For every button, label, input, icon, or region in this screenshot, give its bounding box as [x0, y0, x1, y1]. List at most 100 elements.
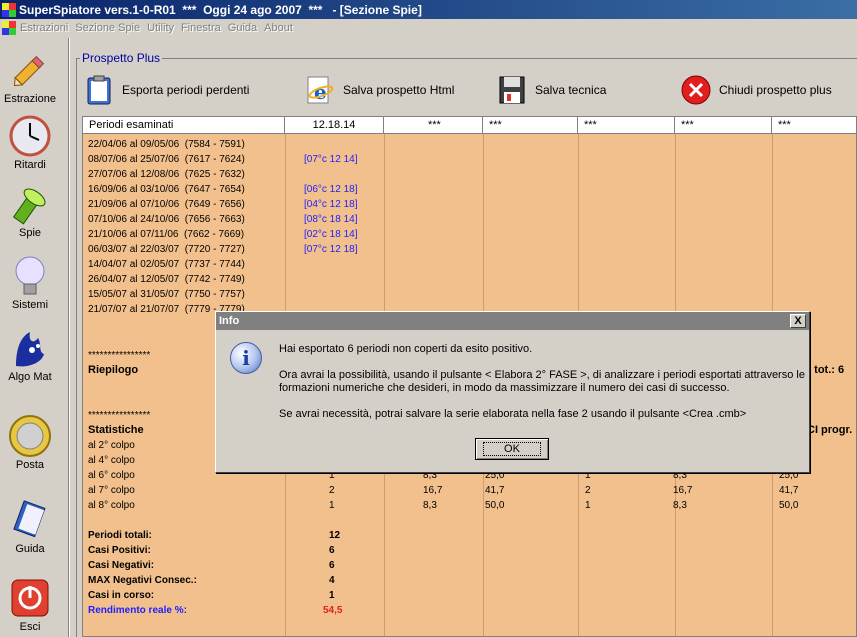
close-red-icon — [681, 75, 711, 105]
total-value: 6 — [329, 545, 335, 556]
book-icon — [8, 498, 52, 542]
rendimento-value: 54,5 — [323, 605, 343, 616]
riepilogo-label: Riepilogo — [88, 364, 139, 376]
period-row[interactable]: 14/04/07 al 02/05/07 (7737 - 7744) — [88, 257, 245, 272]
menu-utility[interactable]: Utility — [147, 22, 181, 34]
sidebar-spie-button[interactable]: Spie — [0, 178, 60, 244]
period-row[interactable]: 22/04/06 al 09/05/06 (7584 - 7591) — [88, 137, 245, 152]
colpo-value: 41,7 — [779, 485, 799, 496]
clipboard-icon — [84, 75, 114, 105]
sidebar-ritardi-button[interactable]: Ritardi — [0, 110, 60, 176]
colpo-label: al 8° colpo — [88, 500, 135, 511]
header-col7[interactable]: *** — [772, 117, 856, 134]
export-losing-periods-button[interactable]: Esporta periodi perdenti — [84, 74, 249, 106]
colpo-value: 16,7 — [673, 485, 693, 496]
colpo-label: al 6° colpo — [88, 470, 135, 481]
colpo-label: al 2° colpo — [88, 440, 135, 451]
grid-header: Periodi esaminati 12.18.14 *** *** *** *… — [83, 117, 856, 134]
riepilogo-total: e tot.: 6 — [805, 364, 845, 376]
period-row[interactable]: 08/07/06 al 25/07/06 (7617 - 7624) — [88, 152, 245, 167]
total-label: Casi Positivi: — [88, 545, 151, 556]
sidebar-splitter[interactable] — [68, 38, 70, 637]
sidebar-esci-button[interactable]: Esci — [0, 572, 60, 637]
toolbar-label: Chiudi prospetto plus — [719, 83, 832, 97]
statistiche-progr: CI progr. — [807, 424, 853, 436]
power-icon — [8, 576, 52, 620]
colpo-label: al 7° colpo — [88, 485, 135, 496]
menu-sezione-spie[interactable]: Sezione Spie — [75, 22, 147, 34]
period-row[interactable]: 21/10/06 al 07/11/06 (7662 - 7669) — [88, 227, 244, 242]
app-icon — [2, 2, 16, 17]
period-row[interactable]: 16/09/06 al 03/10/06 (7647 - 7654) — [88, 182, 245, 197]
colpo-value: 50,0 — [779, 500, 799, 511]
sidebar-label: Estrazione — [4, 93, 56, 105]
period-row[interactable]: 07/10/06 al 24/10/06 (7656 - 7663) — [88, 212, 245, 227]
sidebar-label: Guida — [15, 543, 45, 555]
period-row[interactable]: 26/04/07 al 12/05/07 (7742 - 7749) — [88, 272, 245, 287]
menu-estrazioni[interactable]: Estrazioni — [20, 22, 75, 34]
stars-separator: **************** — [88, 350, 151, 361]
sidebar-label: Ritardi — [14, 159, 46, 171]
sidebar-sistemi-button[interactable]: Sistemi — [0, 250, 60, 316]
sidebar-label: Posta — [15, 459, 45, 471]
left-toolbar: Estrazione Ritardi Spie Sistemi Algo Mat… — [0, 38, 68, 637]
dialog-close-button[interactable]: X — [790, 314, 806, 328]
ok-button[interactable]: OK — [475, 438, 549, 460]
sidebar-guida-button[interactable]: Guida — [0, 494, 60, 560]
menu-about[interactable]: About — [264, 22, 300, 34]
sidebar-label: Sistemi — [11, 299, 49, 311]
colpo-value: 16,7 — [423, 485, 443, 496]
period-row[interactable]: 15/05/07 al 31/05/07 (7750 - 7757) — [88, 287, 245, 302]
toolbar-label: Salva tecnica — [535, 83, 607, 97]
header-col3[interactable]: *** — [384, 117, 483, 134]
menu-guida[interactable]: Guida — [228, 22, 264, 34]
sidebar-estrazione-button[interactable]: Estrazione — [0, 44, 60, 110]
dialog-titlebar: Info X — [216, 312, 809, 330]
period-hit: [08°c 18 14] — [304, 214, 358, 225]
dialog-message-4: Se avrai necessità, potrai salvare la se… — [279, 408, 747, 420]
menu-finestra[interactable]: Finestra — [181, 22, 228, 34]
period-row[interactable]: 06/03/07 al 22/03/07 (7720 - 7727) — [88, 242, 245, 257]
colpo-label: al 4° colpo — [88, 455, 135, 466]
mdi-child-icon[interactable] — [2, 21, 16, 35]
period-hit: [07°c 12 18] — [304, 244, 358, 255]
window-title: SuperSpiatore vers.1-0-R01 *** Oggi 24 a… — [19, 2, 422, 17]
sidebar-label: Algo Mat — [8, 371, 52, 383]
save-html-button[interactable]: e Salva prospetto Html — [305, 74, 454, 106]
header-formation[interactable]: 12.18.14 — [285, 117, 384, 134]
panel-title: Prospetto Plus — [80, 51, 163, 65]
dialog-title: Info — [219, 315, 240, 327]
colpo-value: 41,7 — [485, 485, 505, 496]
sidebar-algo-mat-button[interactable]: Algo Mat — [0, 322, 60, 388]
clock-icon — [8, 114, 52, 158]
colpo-value: 2 — [329, 485, 335, 496]
close-prospect-button[interactable]: Chiudi prospetto plus — [681, 74, 832, 106]
stars-separator: **************** — [88, 410, 151, 421]
ie-icon: e — [305, 75, 335, 105]
colpo-value: 1 — [329, 500, 335, 511]
colpo-value: 8,3 — [423, 500, 437, 511]
total-value: 4 — [329, 575, 335, 586]
dialog-message-3: formazioni numeriche che desideri, in mo… — [279, 382, 730, 394]
sidebar-label: Spie — [18, 227, 42, 239]
colpo-value: 1 — [585, 500, 591, 511]
period-row[interactable]: 27/07/06 al 12/08/06 (7625 - 7632) — [88, 167, 245, 182]
rendimento-label: Rendimento reale %: — [88, 605, 187, 616]
total-label: MAX Negativi Consec.: — [88, 575, 197, 586]
header-col6[interactable]: *** — [675, 117, 772, 134]
svg-text:e: e — [314, 80, 327, 104]
header-periodi[interactable]: Periodi esaminati — [83, 117, 285, 134]
header-col4[interactable]: *** — [483, 117, 578, 134]
header-col5[interactable]: *** — [578, 117, 675, 134]
colpo-value: 50,0 — [485, 500, 505, 511]
total-label: Casi in corso: — [88, 590, 155, 601]
total-label: Casi Negativi: — [88, 560, 155, 571]
toolbar-label: Esporta periodi perdenti — [122, 83, 250, 97]
period-hit: [04°c 12 18] — [304, 199, 358, 210]
floppy-icon — [497, 75, 527, 105]
save-technique-button[interactable]: Salva tecnica — [497, 74, 606, 106]
total-value: 1 — [329, 590, 335, 601]
period-row[interactable]: 21/09/06 al 07/10/06 (7649 - 7656) — [88, 197, 245, 212]
sidebar-posta-button[interactable]: Posta — [0, 410, 60, 476]
info-dialog: Info X i Hai esportato 6 periodi non cop… — [215, 311, 810, 473]
